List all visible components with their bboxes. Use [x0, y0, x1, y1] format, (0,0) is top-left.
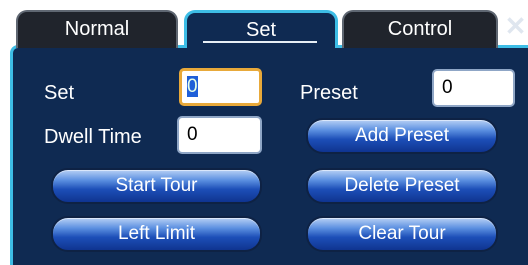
dwell-time-input[interactable]: 0 — [177, 116, 262, 154]
left-limit-button[interactable]: Left Limit — [51, 216, 262, 252]
preset-label: Preset — [300, 82, 358, 104]
preset-input[interactable]: 0 — [432, 69, 515, 107]
start-tour-button[interactable]: Start Tour — [51, 168, 262, 204]
tab-normal[interactable]: Normal — [16, 10, 178, 48]
delete-preset-button[interactable]: Delete Preset — [306, 168, 498, 204]
close-icon[interactable]: ✕ — [503, 12, 528, 42]
preset-input-value: 0 — [442, 77, 453, 98]
set-input-value: 0 — [187, 76, 198, 97]
set-input[interactable]: 0 — [179, 68, 262, 106]
add-preset-button[interactable]: Add Preset — [306, 118, 498, 154]
dwell-time-input-value: 0 — [187, 124, 198, 145]
tab-control[interactable]: Control — [342, 10, 498, 48]
set-label: Set — [44, 82, 75, 104]
tab-set[interactable]: Set — [184, 10, 338, 48]
clear-tour-button[interactable]: Clear Tour — [306, 216, 498, 252]
dwell-time-label: Dwell Time — [44, 126, 142, 148]
